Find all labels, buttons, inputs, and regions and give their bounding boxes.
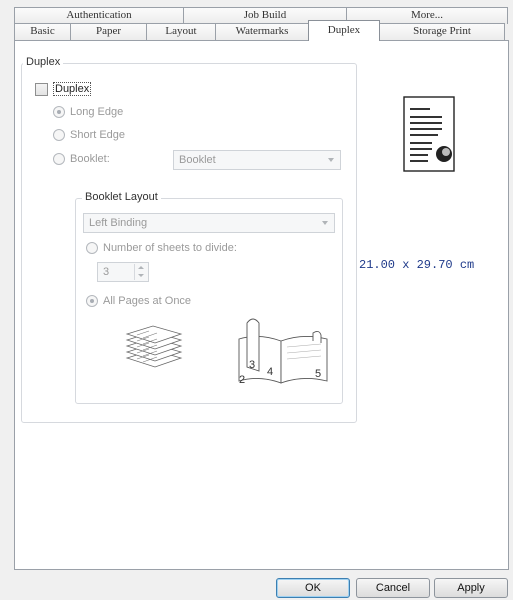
sheets-value: 3 [103,266,110,278]
duplex-group-legend: Duplex [23,56,64,68]
booklet-layout-group: Booklet Layout Left Binding Number of sh… [75,191,343,404]
booklet-combo-value: Booklet [179,154,216,166]
stepper-down-icon[interactable] [135,272,147,280]
stepper-buttons[interactable] [134,264,147,280]
long-edge-option[interactable]: Long Edge [53,106,123,118]
short-edge-option[interactable]: Short Edge [53,129,125,141]
cancel-button[interactable]: Cancel [356,578,430,598]
booklet-radio[interactable] [53,153,65,165]
sheets-label: Number of sheets to divide: [103,242,237,254]
booklet-combo[interactable]: Booklet [173,150,341,170]
duplex-panel: Duplex Duplex Long Edge Short Edge Bookl… [14,40,509,570]
tab-basic[interactable]: Basic [14,23,71,40]
long-edge-radio[interactable] [53,106,65,118]
booklet-option[interactable]: Booklet: [53,153,110,165]
long-edge-label: Long Edge [70,106,124,118]
duplex-group: Duplex Duplex Long Edge Short Edge Bookl… [21,56,357,423]
tab-layout[interactable]: Layout [146,23,216,40]
page-number-5: 5 [315,368,321,380]
sheets-stepper[interactable]: 3 [97,262,149,282]
tab-row-bottom: Basic Paper Layout Watermarks Duplex Sto… [14,20,509,41]
page-preview-icon [403,96,455,172]
page-number-3: 3 [249,359,255,371]
all-pages-radio[interactable] [86,295,98,307]
all-pages-label: All Pages at Once [103,295,192,307]
apply-button[interactable]: Apply [434,578,508,598]
booklet-illustration-icon: 2 3 4 5 [238,318,328,386]
ok-button[interactable]: OK [276,578,350,598]
short-edge-radio[interactable] [53,129,65,141]
chevron-down-icon [322,221,328,225]
tab-watermarks[interactable]: Watermarks [215,23,309,40]
sheets-radio[interactable] [86,242,98,254]
stepper-up-icon[interactable] [135,264,147,272]
page-number-2: 2 [239,374,245,386]
page-number-4: 4 [267,366,273,378]
tab-paper[interactable]: Paper [70,23,147,40]
duplex-checkbox-label: Duplex [53,82,92,96]
binding-combo[interactable]: Left Binding [83,213,335,233]
paper-stack-icon [125,325,183,368]
duplex-checkbox-row[interactable]: Duplex [35,82,92,96]
tab-authentication[interactable]: Authentication [14,7,184,24]
booklet-label: Booklet: [70,153,110,165]
paper-size-label: 21.00 x 29.70 cm [359,258,475,272]
chevron-down-icon [328,158,334,162]
booklet-layout-legend: Booklet Layout [82,191,161,203]
tab-storage-print[interactable]: Storage Print [379,23,505,40]
tab-row-top: Authentication Job Build More... [14,7,509,24]
binding-combo-value: Left Binding [89,217,148,229]
duplex-checkbox[interactable] [35,82,48,96]
all-pages-option[interactable]: All Pages at Once [86,295,191,307]
sheets-option[interactable]: Number of sheets to divide: [86,242,237,254]
tab-duplex[interactable]: Duplex [308,20,380,41]
short-edge-label: Short Edge [70,129,126,141]
